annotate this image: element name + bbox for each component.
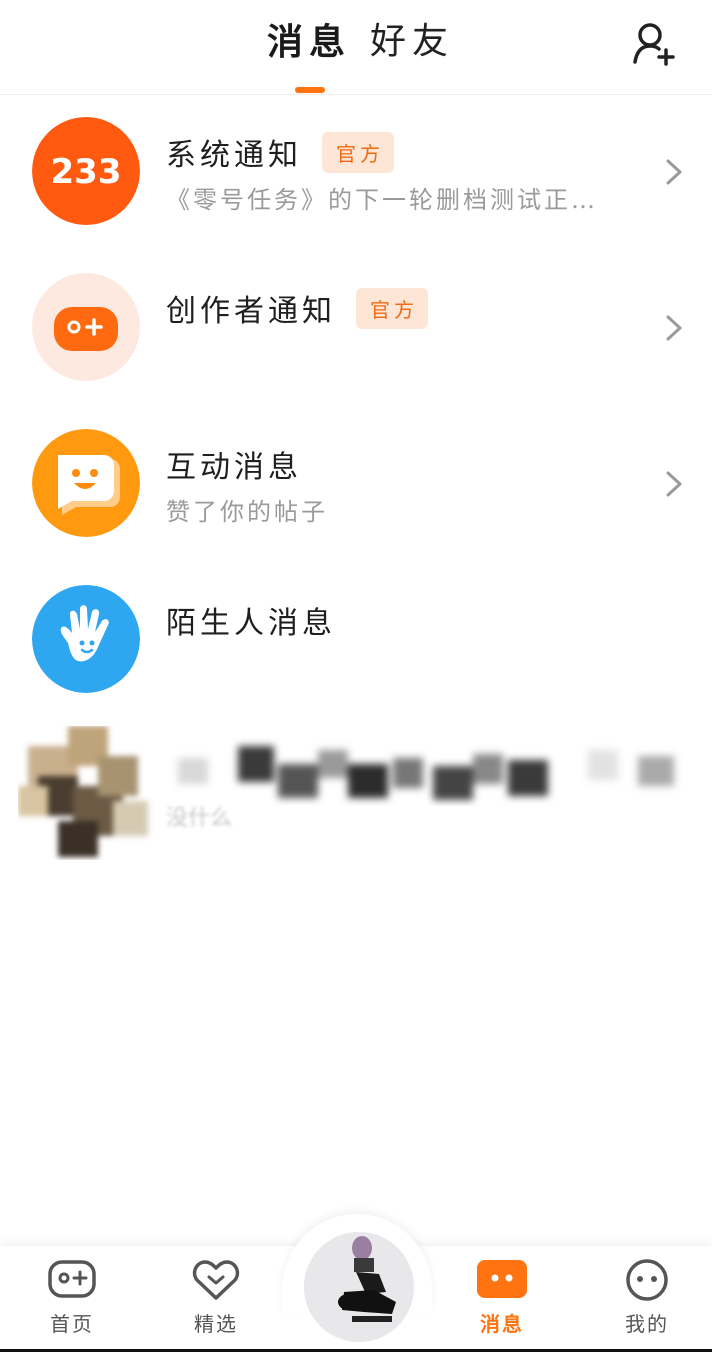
gamepad-plus-icon [32, 273, 140, 381]
item-title: 陌生人消息 [166, 606, 336, 641]
item-title: 创作者通知 [166, 294, 336, 329]
heart-chevron-icon [192, 1260, 240, 1300]
chevron-right-icon [666, 471, 682, 497]
233-logo: 233 [32, 117, 140, 225]
chevron-right-icon [666, 315, 682, 341]
nav-label: 我的 [625, 1312, 669, 1336]
chevron-right-icon [666, 159, 682, 185]
chat-bubble-icon [477, 1260, 527, 1298]
item-title: 互动消息 [166, 450, 302, 485]
face-icon [626, 1259, 668, 1301]
list-item-creator-notice[interactable]: 创作者通知 官方 [0, 252, 712, 408]
list-item-system-notice[interactable]: 233 系统通知 官方 《零号任务》的下一轮删档测试正… [0, 96, 712, 252]
hand-wave-icon [32, 585, 140, 693]
nav-item-featured[interactable]: 精选 [166, 1258, 266, 1337]
nav-item-profile[interactable]: 我的 [597, 1258, 697, 1337]
active-tab-indicator [295, 87, 325, 93]
nav-item-messages[interactable]: 消息 [452, 1258, 552, 1337]
item-preview: 《零号任务》的下一轮删档测试正… [166, 186, 598, 214]
avatar [18, 726, 156, 860]
nav-item-home[interactable]: 首页 [22, 1258, 122, 1337]
smile-chat-icon [32, 429, 140, 537]
conversation-name [168, 736, 688, 806]
item-title: 系统通知 [166, 138, 302, 173]
add-user-icon[interactable] [628, 18, 680, 70]
gamepad-home-icon [48, 1260, 96, 1298]
item-preview: 没什么 [166, 806, 233, 831]
official-badge: 官方 [322, 131, 394, 173]
list-item-interaction[interactable]: 互动消息 赞了你的帖子 [0, 408, 712, 564]
nav-label: 首页 [50, 1312, 94, 1336]
official-badge: 官方 [356, 287, 428, 329]
nav-label: 消息 [480, 1312, 524, 1336]
user-avatar[interactable] [304, 1232, 414, 1342]
top-bar: 消息 好友 [0, 0, 712, 95]
nav-label: 精选 [194, 1312, 238, 1336]
item-preview: 赞了你的帖子 [166, 498, 328, 526]
svg-text:233: 233 [51, 152, 122, 192]
list-item-stranger[interactable]: 陌生人消息 [0, 564, 712, 720]
tab-friends[interactable]: 好友 [370, 18, 454, 66]
tab-messages[interactable]: 消息 [267, 18, 351, 66]
